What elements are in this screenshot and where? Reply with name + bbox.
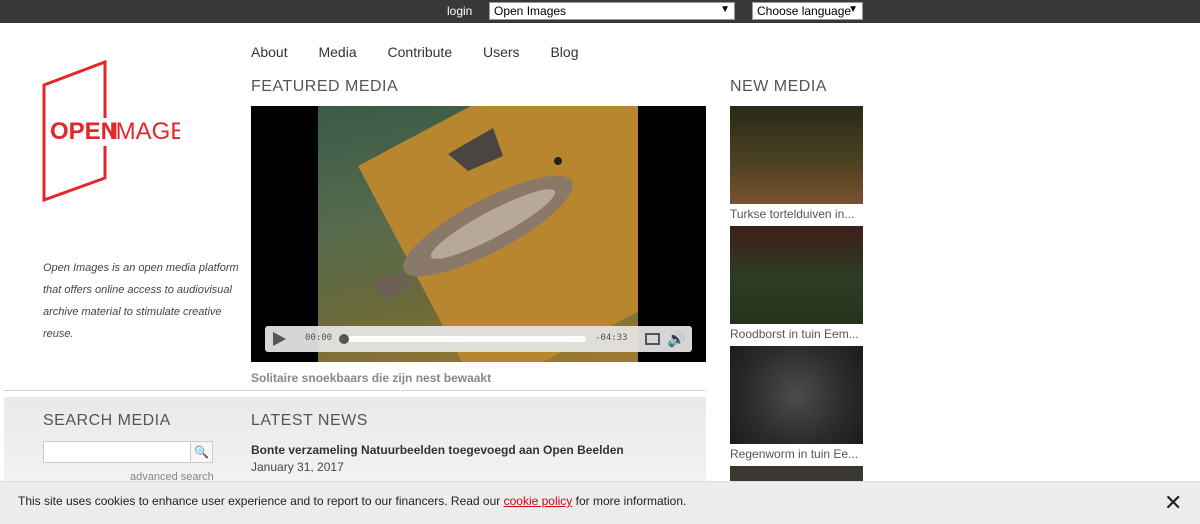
featured-media-heading: FEATURED MEDIA bbox=[251, 78, 399, 95]
time-current: 00:00 bbox=[305, 333, 333, 343]
login-link[interactable]: login bbox=[447, 4, 472, 18]
new-media-thumbnail[interactable] bbox=[730, 106, 863, 204]
video-frame bbox=[318, 106, 638, 362]
new-media-title[interactable]: Regenworm in tuin Ee... bbox=[730, 447, 863, 461]
progress-bar[interactable] bbox=[339, 334, 586, 344]
play-icon[interactable] bbox=[273, 332, 286, 346]
chevron-down-icon: ▼ bbox=[720, 4, 730, 15]
time-remaining: -04:33 bbox=[595, 333, 628, 343]
nav-contribute[interactable]: Contribute bbox=[388, 44, 453, 60]
cookie-policy-link[interactable]: cookie policy bbox=[504, 494, 573, 508]
cookie-text-after: for more information. bbox=[572, 494, 687, 508]
site-select-value: Open Images bbox=[494, 4, 567, 18]
cookie-text: This site uses cookies to enhance user e… bbox=[18, 494, 686, 508]
search-media-heading: SEARCH MEDIA bbox=[43, 412, 171, 429]
fish-image bbox=[373, 128, 573, 301]
news-title[interactable]: Bonte verzameling Natuurbeelden toegevoe… bbox=[251, 443, 624, 457]
top-bar: login Open Images ▼ Choose language ▼ bbox=[0, 0, 1200, 23]
nav-blog[interactable]: Blog bbox=[550, 44, 578, 60]
latest-news-heading: LATEST NEWS bbox=[251, 412, 368, 429]
nav-media[interactable]: Media bbox=[318, 44, 356, 60]
nav-users[interactable]: Users bbox=[483, 44, 520, 60]
search-input[interactable] bbox=[43, 441, 191, 463]
featured-caption[interactable]: Solitaire snoekbaars die zijn nest bewaa… bbox=[251, 371, 491, 385]
main-nav: About Media Contribute Users Blog bbox=[251, 44, 605, 60]
new-media-thumbnail[interactable] bbox=[730, 226, 863, 324]
language-select[interactable]: Choose language ▼ bbox=[752, 2, 863, 20]
new-media-title[interactable]: Turkse tortelduiven in... bbox=[730, 207, 863, 221]
cookie-text-before: This site uses cookies to enhance user e… bbox=[18, 494, 504, 508]
new-media-thumbnail[interactable] bbox=[730, 346, 863, 444]
new-media-heading: NEW MEDIA bbox=[730, 78, 827, 95]
logo-open: OPEN bbox=[50, 118, 118, 145]
video-player[interactable]: 00:00 -04:33 🔊 bbox=[251, 106, 706, 362]
fullscreen-icon[interactable] bbox=[645, 333, 660, 345]
language-select-value: Choose language bbox=[757, 4, 852, 18]
nav-about[interactable]: About bbox=[251, 44, 288, 60]
logo-images: IMAGES bbox=[109, 118, 180, 145]
search-icon: 🔍 bbox=[194, 445, 209, 459]
new-media-title[interactable]: Roodborst in tuin Eem... bbox=[730, 327, 863, 341]
site-description: Open Images is an open media platform th… bbox=[43, 262, 239, 340]
close-icon[interactable]: ✕ bbox=[1164, 490, 1182, 516]
volume-icon[interactable]: 🔊 bbox=[667, 330, 686, 348]
chevron-down-icon: ▼ bbox=[848, 4, 858, 15]
progress-handle[interactable] bbox=[339, 334, 349, 344]
news-date: January 31, 2017 bbox=[251, 460, 344, 474]
search-button[interactable]: 🔍 bbox=[190, 441, 213, 463]
section-divider bbox=[4, 390, 706, 391]
open-images-logo[interactable]: OPEN IMAGES bbox=[40, 60, 180, 205]
site-select[interactable]: Open Images ▼ bbox=[489, 2, 735, 20]
video-controls: 00:00 -04:33 🔊 bbox=[265, 326, 692, 352]
cookie-banner: This site uses cookies to enhance user e… bbox=[0, 481, 1200, 524]
